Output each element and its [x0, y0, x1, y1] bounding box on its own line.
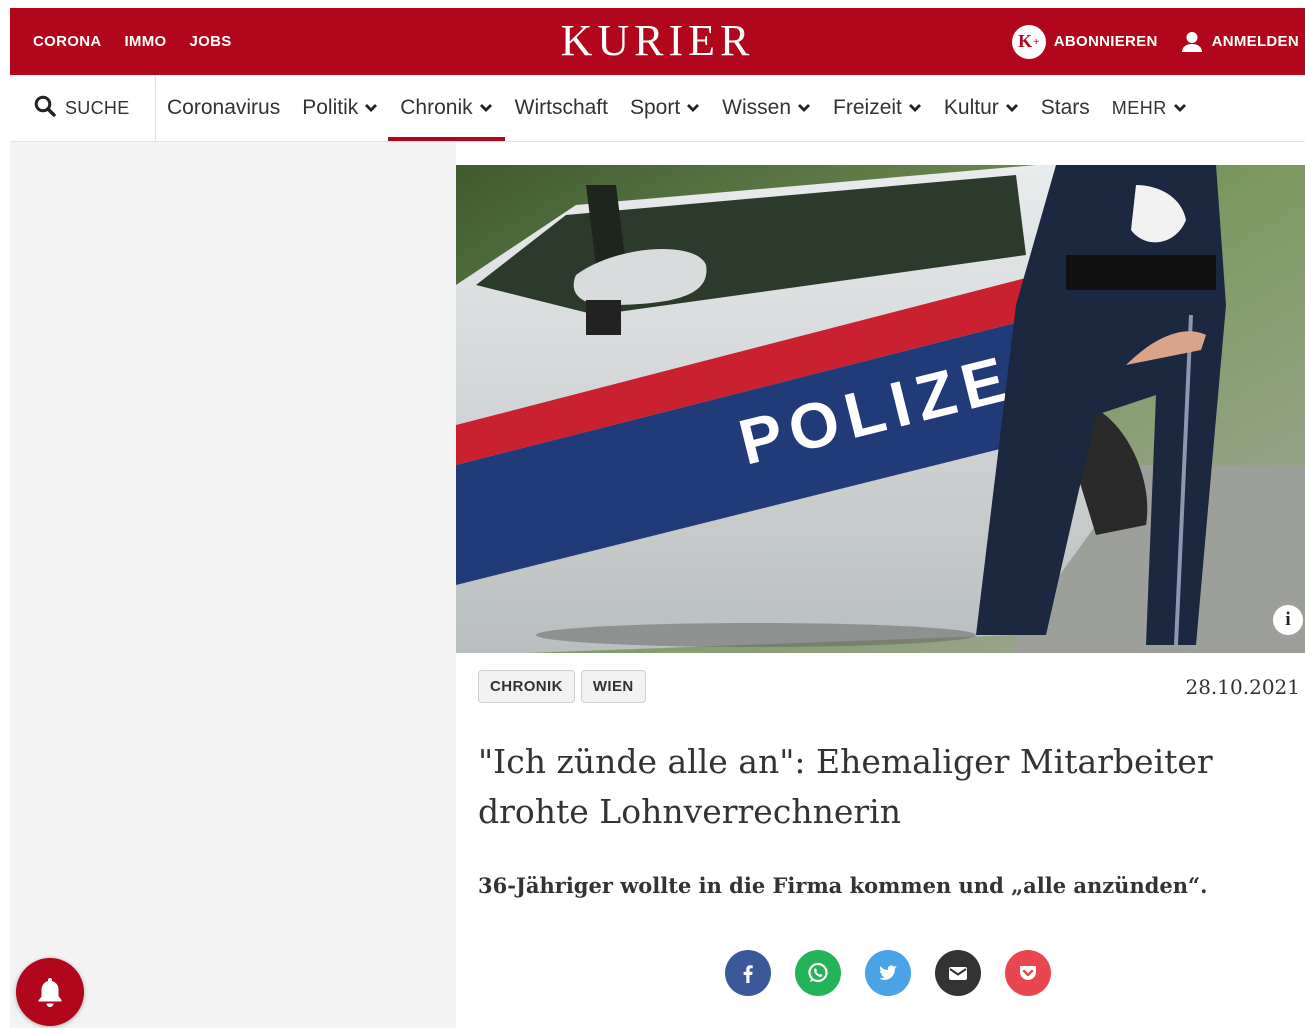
page-margin: [0, 0, 10, 1028]
image-info-button[interactable]: i: [1273, 605, 1303, 635]
nav-item-wissen[interactable]: Wissen: [711, 75, 822, 141]
nav-item-label: Wirtschaft: [514, 96, 608, 119]
nav-item-label: Kultur: [943, 96, 999, 119]
tag-wien[interactable]: WIEN: [580, 670, 646, 703]
whatsapp-icon[interactable]: [795, 950, 841, 996]
user-icon[interactable]: [1180, 30, 1204, 54]
tag-chronik[interactable]: CHRONIK: [478, 670, 575, 703]
site-logo[interactable]: KURIER: [561, 16, 755, 65]
top-link-immo[interactable]: IMMO: [124, 33, 166, 50]
chevron-down-icon: [797, 103, 811, 113]
nav-item-wirtschaft[interactable]: Wirtschaft: [504, 75, 619, 141]
kplus-sup: +: [1033, 35, 1040, 48]
facebook-icon[interactable]: [725, 950, 771, 996]
share-bar: [725, 950, 1051, 996]
chevron-down-icon: [1173, 103, 1187, 113]
subscribe-link[interactable]: ABONNIEREN: [1054, 33, 1158, 50]
nav-item-label: Politik: [302, 96, 359, 119]
pocket-icon[interactable]: [1005, 950, 1051, 996]
nav-item-chronik[interactable]: Chronik: [388, 75, 506, 141]
article-date: 28.10.2021: [1185, 675, 1300, 699]
nav-item-kultur[interactable]: Kultur: [933, 75, 1030, 141]
account-area: K + ABONNIEREN ANMELDEN: [1011, 8, 1299, 75]
twitter-icon[interactable]: [865, 950, 911, 996]
chevron-down-icon: [686, 103, 700, 113]
nav-item-label: Coronavirus: [167, 96, 281, 119]
chevron-down-icon: [908, 103, 922, 113]
nav-item-mehr[interactable]: MEHR: [1101, 75, 1198, 141]
article-lead: 36-Jähriger wollte in die Firma kommen u…: [478, 873, 1208, 898]
search-icon: [34, 95, 56, 122]
search-label: SUCHE: [65, 97, 130, 118]
nav-items: Coronavirus Politik Chronik Wirtschaft S…: [156, 75, 1198, 141]
top-link-jobs[interactable]: JOBS: [190, 33, 232, 50]
nav-item-politik[interactable]: Politik: [291, 75, 389, 141]
nav-item-label: MEHR: [1111, 97, 1167, 118]
nav-item-sport[interactable]: Sport: [619, 75, 711, 141]
nav-item-label: Freizeit: [833, 96, 902, 119]
kplus-icon[interactable]: K +: [1011, 24, 1046, 59]
chevron-down-icon: [1005, 103, 1019, 113]
nav-item-coronavirus[interactable]: Coronavirus: [156, 75, 291, 141]
hero-image: POLIZEI i: [456, 165, 1305, 653]
email-icon[interactable]: [935, 950, 981, 996]
top-links: CORONA IMMO JOBS: [33, 8, 232, 75]
main-nav: SUCHE Coronavirus Politik Chronik Wirtsc…: [10, 75, 1305, 142]
nav-item-freizeit[interactable]: Freizeit: [822, 75, 933, 141]
login-link[interactable]: ANMELDEN: [1212, 33, 1299, 50]
article-headline: "Ich zünde alle an": Ehemaliger Mitarbei…: [478, 742, 1213, 831]
search-button[interactable]: SUCHE: [10, 75, 156, 141]
bell-icon[interactable]: [16, 958, 84, 1026]
nav-item-label: Wissen: [722, 96, 792, 119]
nav-item-label: Chronik: [400, 96, 473, 119]
top-link-corona[interactable]: CORONA: [33, 33, 101, 50]
chevron-down-icon: [364, 103, 378, 113]
nav-item-label: Sport: [629, 96, 681, 119]
chevron-down-icon: [479, 103, 493, 113]
kplus-letter: K: [1018, 31, 1033, 51]
police-car-illustration: POLIZEI: [456, 165, 1305, 653]
top-bar: CORONA IMMO JOBS KURIER K + ABONNIEREN AN…: [10, 8, 1305, 75]
left-ad-column: [10, 142, 456, 1028]
article-tags: CHRONIK WIEN: [478, 670, 646, 703]
nav-item-stars[interactable]: Stars: [1030, 75, 1101, 141]
nav-item-label: Stars: [1040, 96, 1090, 119]
